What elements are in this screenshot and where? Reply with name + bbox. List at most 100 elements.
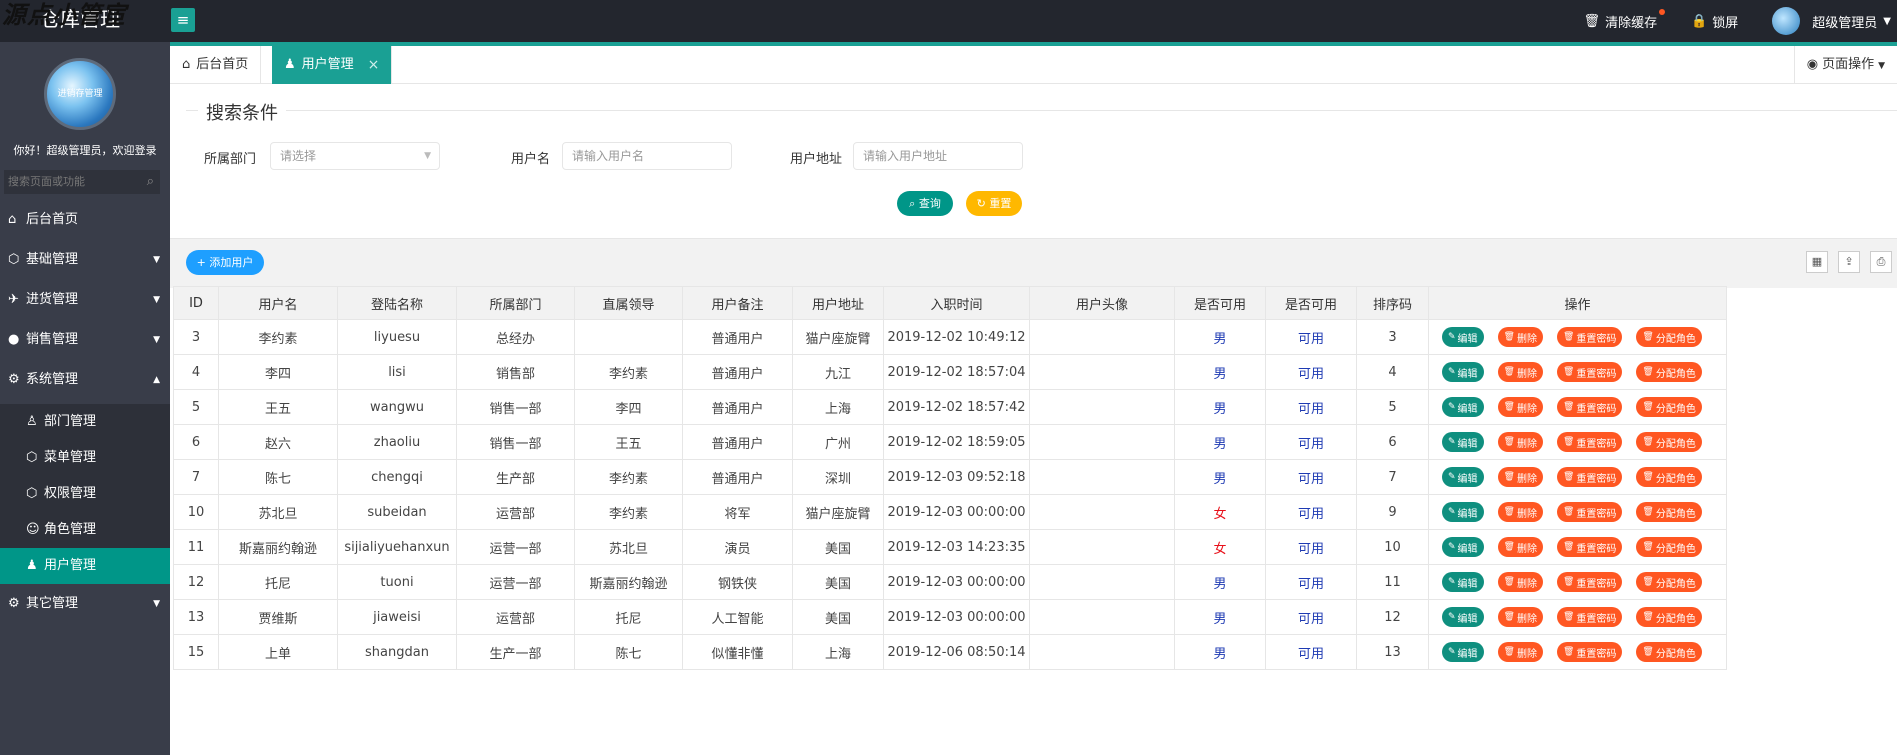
cell-address: 上海 [792,389,884,425]
edit-button[interactable]: ✎ 编辑 [1442,607,1484,627]
cell-sex: 男 [1174,599,1266,635]
dept-select[interactable]: 请选择 ▼ [270,142,440,170]
cell-sex: 男 [1174,354,1266,390]
cell-address: 美国 [792,564,884,600]
assign-role-button[interactable]: 🗑 分配角色 [1636,607,1702,627]
top-header: 仓库管理 源点小管宦 ≡ 🗑 清除缓存 🔒 锁屏 超级管理员 ▼ [0,0,1897,46]
cell-hired: 2019-12-02 18:57:04 [883,354,1030,390]
delete-button[interactable]: 🗑 删除 [1497,572,1543,592]
delete-button[interactable]: 🗑 删除 [1497,432,1543,452]
delete-button[interactable]: 🗑 删除 [1497,327,1543,347]
assign-role-button[interactable]: 🗑 分配角色 [1636,362,1702,382]
reset-password-button[interactable]: 🗑 重置密码 [1556,607,1623,627]
edit-button[interactable]: ✎ 编辑 [1442,432,1484,452]
cell-avatar [1029,494,1175,530]
cell-remark: 普通用户 [682,389,793,425]
reset-password-button[interactable]: 🗑 重置密码 [1556,432,1623,452]
delete-button[interactable]: 🗑 删除 [1497,502,1543,522]
cell-hired: 2019-12-03 00:00:00 [883,564,1030,600]
pencil-icon: ✎ [1448,647,1456,657]
tab-home[interactable]: ⌂ 后台首页 [170,46,262,84]
col-header: 直属领导 [574,286,683,320]
assign-role-button[interactable]: 🗑 分配角色 [1636,397,1702,417]
sidebar-item-sales[interactable]: ● 销售管理 ▼ [0,320,170,360]
columns-filter-button[interactable]: ▦ [1806,251,1828,273]
trash-icon: 🗑 [1562,402,1575,412]
trash-icon: 🗑 [1562,542,1575,552]
add-user-button[interactable]: + 添加用户 [186,250,264,275]
address-input[interactable]: 请输入用户地址 [853,142,1023,170]
sidebar-subitem-menu[interactable]: ⬡ 菜单管理 [0,440,170,476]
assign-role-button[interactable]: 🗑 分配角色 [1636,467,1702,487]
sidebar-subitem-permission[interactable]: ⬡ 权限管理 [0,476,170,512]
refresh-icon: ↻ [976,197,986,210]
sidebar-subitem-role[interactable]: ☺ 角色管理 [0,512,170,548]
edit-button[interactable]: ✎ 编辑 [1442,572,1484,592]
cell-sex: 女 [1174,529,1266,565]
edit-button[interactable]: ✎ 编辑 [1442,397,1484,417]
assign-role-button[interactable]: 🗑 分配角色 [1636,327,1702,347]
close-icon[interactable]: × [368,46,380,84]
delete-button[interactable]: 🗑 删除 [1497,397,1543,417]
lock-screen-button[interactable]: 🔒 锁屏 [1691,12,1738,31]
reset-password-button[interactable]: 🗑 重置密码 [1556,467,1623,487]
sidebar-item-purchase[interactable]: ✈ 进货管理 ▼ [0,280,170,320]
assign-role-button[interactable]: 🗑 分配角色 [1636,537,1702,557]
edit-button[interactable]: ✎ 编辑 [1442,362,1484,382]
delete-button[interactable]: 🗑 删除 [1497,642,1543,662]
sidebar-item-system[interactable]: ⚙ 系统管理 ▲ [0,360,170,400]
hamburger-icon: ≡ [176,11,190,29]
edit-button[interactable]: ✎ 编辑 [1442,537,1484,557]
sidebar-item-label: 后台首页 [26,212,79,227]
reset-password-button[interactable]: 🗑 重置密码 [1556,642,1623,662]
reset-password-button[interactable]: 🗑 重置密码 [1556,362,1623,382]
sidebar-search-input[interactable]: 搜索页面或功能 ⌕ [4,170,160,194]
sidebar-item-basic[interactable]: ⬡ 基础管理 ▼ [0,240,170,280]
cell-avatar [1029,389,1175,425]
edit-button[interactable]: ✎ 编辑 [1442,327,1484,347]
delete-button[interactable]: 🗑 删除 [1497,362,1543,382]
cell-avatar [1029,564,1175,600]
delete-button[interactable]: 🗑 删除 [1497,537,1543,557]
reset-password-button[interactable]: 🗑 重置密码 [1556,537,1623,557]
sidebar-subitem-user[interactable]: ♟ 用户管理 [0,548,170,584]
search-icon[interactable]: ⌕ [147,170,154,194]
page-operations-menu[interactable]: ◉ 页面操作 ▼ [1793,46,1897,84]
edit-button[interactable]: ✎ 编辑 [1442,642,1484,662]
tab-user-management[interactable]: ♟ 用户管理 × [272,46,393,84]
assign-role-button[interactable]: 🗑 分配角色 [1636,502,1702,522]
trash-icon: 🗑 [1562,647,1575,657]
query-button[interactable]: ⌕ 查询 [897,191,953,216]
cell-sex: 女 [1174,494,1266,530]
print-button[interactable]: ⎙ [1870,251,1892,273]
sidebar-item-label: 销售管理 [26,332,79,347]
user-menu[interactable]: 超级管理员 ▼ [1772,7,1891,35]
delete-button[interactable]: 🗑 删除 [1497,607,1543,627]
reset-password-button[interactable]: 🗑 重置密码 [1556,327,1623,347]
clear-cache-button[interactable]: 🗑 清除缓存 [1584,8,1666,31]
cell-avail: 可用 [1265,564,1357,600]
cell-actions: ✎ 编辑 🗑 删除 🗑 重置密码 🗑 分配角色 [1428,319,1727,355]
cell-avail: 可用 [1265,634,1357,670]
assign-role-button[interactable]: 🗑 分配角色 [1636,642,1702,662]
trash-icon: 🗑 [1642,332,1654,342]
assign-role-button[interactable]: 🗑 分配角色 [1636,572,1702,592]
cell-avail: 可用 [1265,389,1357,425]
reset-password-button[interactable]: 🗑 重置密码 [1556,397,1623,417]
col-header: 登陆名称 [337,286,457,320]
edit-button[interactable]: ✎ 编辑 [1442,502,1484,522]
export-button[interactable]: ⇪ [1838,251,1860,273]
sidebar-item-other[interactable]: ⚙ 其它管理 ▼ [0,584,170,624]
cell-sex: 男 [1174,634,1266,670]
username-input[interactable]: 请输入用户名 [562,142,732,170]
menu-toggle-button[interactable]: ≡ [171,8,195,32]
reset-button[interactable]: ↻ 重置 [966,191,1022,216]
reset-password-button[interactable]: 🗑 重置密码 [1556,502,1623,522]
cell-remark: 普通用户 [682,459,793,495]
sidebar-subitem-dept[interactable]: ♙ 部门管理 [0,404,170,440]
sidebar-item-home[interactable]: ⌂ 后台首页 [0,200,170,240]
edit-button[interactable]: ✎ 编辑 [1442,467,1484,487]
reset-password-button[interactable]: 🗑 重置密码 [1556,572,1623,592]
delete-button[interactable]: 🗑 删除 [1497,467,1543,487]
assign-role-button[interactable]: 🗑 分配角色 [1636,432,1702,452]
